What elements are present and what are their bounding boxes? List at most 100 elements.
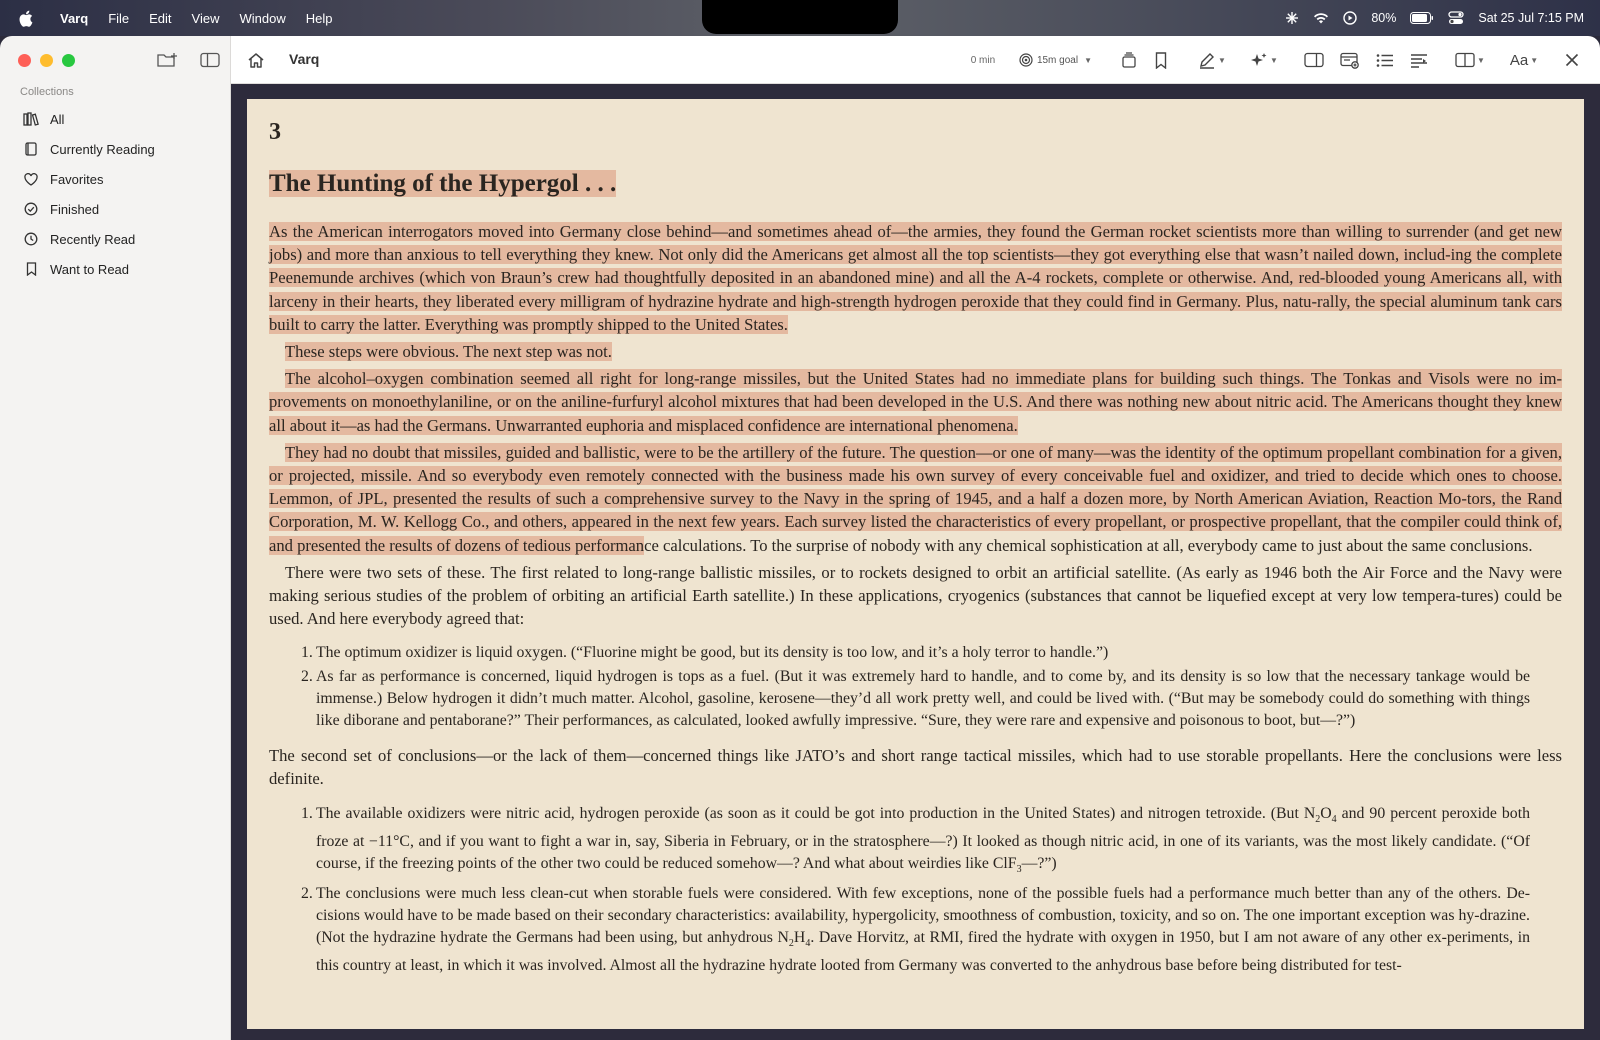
battery-icon[interactable] <box>1410 12 1434 24</box>
list-item-text: As far as performance is concerned, liqu… <box>316 667 1530 730</box>
bookmark-toolbar-icon[interactable] <box>1146 46 1176 74</box>
zoom-window-button[interactable] <box>62 54 75 67</box>
highlighter-icon <box>1200 52 1215 69</box>
numbered-list: 1. The optimum oxidizer is liquid oxygen… <box>301 642 1530 732</box>
toolbar-actions: 0 min 15m goal ▼ ▼ ▼ ▼ Aa ▼ <box>963 36 1600 84</box>
control-center-icon[interactable] <box>1448 11 1465 25</box>
list-number: 1. <box>301 644 313 662</box>
minimize-window-button[interactable] <box>40 54 53 67</box>
highlighted-text[interactable]: The Hunting of the Hypergol . . . <box>269 170 617 197</box>
highlighted-text[interactable]: The alcohol–oxygen combination seemed al… <box>269 369 1562 435</box>
menu-window[interactable]: Window <box>230 11 296 26</box>
toolbar-title: Varq <box>289 51 320 67</box>
book-page[interactable]: 3 The Hunting of the Hypergol . . . As t… <box>247 99 1584 1029</box>
paragraph-text: ce calculations. To the surprise of nobo… <box>644 535 1533 555</box>
text-size-icon: Aa <box>1509 51 1529 69</box>
battery-percent: 80% <box>1371 11 1397 25</box>
highlighted-text[interactable]: As the American interrogators moved into… <box>269 222 1562 334</box>
wifi-icon[interactable] <box>1313 12 1329 24</box>
toolbar: Varq 0 min 15m goal ▼ ▼ ▼ ▼ Aa ▼ <box>231 36 1600 84</box>
side-panel-icon[interactable] <box>1296 46 1332 74</box>
sidebar-item-currently-reading[interactable]: Currently Reading <box>20 134 220 164</box>
toggle-sidebar-icon[interactable] <box>198 50 222 70</box>
chapter-number: 3 <box>269 119 281 145</box>
clock-icon <box>20 231 42 247</box>
app-window: Collections All Currently Reading Favori… <box>0 36 1600 1040</box>
heart-icon <box>20 171 42 187</box>
font-settings-button[interactable]: Aa ▼ <box>1502 46 1546 74</box>
sidebar-item-label: Recently Read <box>50 231 136 247</box>
two-column-icon <box>1455 52 1475 68</box>
paragraph[interactable]: They had no doubt that missiles, guided … <box>269 441 1562 557</box>
sidebar-item-recently-read[interactable]: Recently Read <box>20 224 220 254</box>
list-number: 1. <box>301 804 313 822</box>
list-item-text: The conclusions were much less clean-cut… <box>316 884 1530 975</box>
chevron-down-icon: ▼ <box>1270 55 1278 65</box>
home-icon[interactable] <box>241 46 271 74</box>
apple-menu-icon[interactable] <box>18 9 34 27</box>
numbered-list: 1. The available oxidizers were nitric a… <box>301 803 1530 978</box>
reading-goal-label: 15m goal <box>1036 54 1079 66</box>
chapter-title[interactable]: The Hunting of the Hypergol . . . <box>269 170 1562 198</box>
collections-list: All Currently Reading Favorites Finished <box>20 104 220 284</box>
list-number: 2. <box>301 884 313 902</box>
menu-bar: Varq File Edit View Window Help 80% Sat … <box>0 0 1600 36</box>
menu-edit[interactable]: Edit <box>139 11 181 26</box>
chevron-down-icon: ▼ <box>1530 55 1539 65</box>
spark-status-icon[interactable] <box>1285 11 1299 25</box>
book-icon <box>20 141 42 157</box>
check-circle-icon <box>20 201 42 217</box>
sidebar-item-label: Currently Reading <box>50 141 155 157</box>
close-window-button[interactable] <box>18 54 31 67</box>
chevron-down-icon: ▼ <box>1084 55 1092 65</box>
sidebar-item-want-to-read[interactable]: Want to Read <box>20 254 220 284</box>
ai-menu-button[interactable]: ▼ <box>1242 46 1286 74</box>
window-controls <box>18 54 75 67</box>
reading-time: 0 min <box>970 54 996 66</box>
reading-goal-button[interactable]: 15m goal ▼ <box>1013 46 1098 74</box>
sidebar-item-favorites[interactable]: Favorites <box>20 164 220 194</box>
list-icon[interactable] <box>1368 46 1402 74</box>
chevron-down-icon: ▼ <box>1477 55 1485 65</box>
list-item[interactable]: 1. The optimum oxidizer is liquid oxygen… <box>301 642 1530 664</box>
menu-file[interactable]: File <box>98 11 139 26</box>
menu-app-name[interactable]: Varq <box>50 11 98 26</box>
sidebar-item-label: Want to Read <box>50 261 130 277</box>
bookmark-icon <box>20 261 42 277</box>
menu-help[interactable]: Help <box>296 11 343 26</box>
target-icon <box>1019 53 1033 67</box>
paragraph[interactable]: The alcohol–oxygen combination seemed al… <box>269 367 1562 437</box>
paragraph[interactable]: As the American interrogators moved into… <box>269 220 1562 336</box>
paragraph[interactable]: The second set of conclusions—or the lac… <box>269 744 1562 790</box>
table-of-contents-panel-icon[interactable] <box>1332 46 1368 74</box>
list-item[interactable]: 1. The available oxidizers were nitric a… <box>301 803 1530 882</box>
list-item-text: The optimum oxidizer is liquid oxygen. (… <box>316 644 1109 662</box>
sidebar-item-label: Finished <box>50 201 100 217</box>
sidebar-item-all[interactable]: All <box>20 104 220 134</box>
stack-icon[interactable] <box>1112 46 1146 74</box>
collections-heading: Collections <box>20 86 74 98</box>
menu-view[interactable]: View <box>182 11 230 26</box>
sidebar-item-label: All <box>50 111 65 127</box>
new-collection-icon[interactable] <box>156 50 180 70</box>
page-layout-menu-button[interactable]: ▼ <box>1448 46 1492 74</box>
list-item[interactable]: 2. The conclusions were much less clean-… <box>301 883 1530 978</box>
sparkles-icon <box>1251 52 1267 66</box>
sidebar: Collections All Currently Reading Favori… <box>0 36 231 1040</box>
chevron-down-icon: ▼ <box>1218 55 1226 65</box>
highlighter-menu-button[interactable]: ▼ <box>1190 46 1234 74</box>
paragraph[interactable]: There were two sets of these. The first … <box>269 561 1562 631</box>
sidebar-item-label: Favorites <box>50 171 104 187</box>
play-status-icon[interactable] <box>1343 11 1358 25</box>
paragraph-format-icon[interactable] <box>1402 46 1436 74</box>
list-item-text: The available oxidizers were nitric acid… <box>316 804 1530 876</box>
books-icon <box>20 111 42 127</box>
paragraph[interactable]: These steps were obvious. The next step … <box>269 340 1562 363</box>
close-icon[interactable] <box>1552 46 1592 74</box>
menu-clock[interactable]: Sat 25 Jul 7:15 PM <box>1478 11 1584 25</box>
list-item[interactable]: 2. As far as performance is concerned, l… <box>301 666 1530 733</box>
reader-area: 3 The Hunting of the Hypergol . . . As t… <box>231 84 1600 1040</box>
sidebar-item-finished[interactable]: Finished <box>20 194 220 224</box>
highlighted-text[interactable]: These steps were obvious. The next step … <box>285 342 612 362</box>
list-number: 2. <box>301 667 313 685</box>
